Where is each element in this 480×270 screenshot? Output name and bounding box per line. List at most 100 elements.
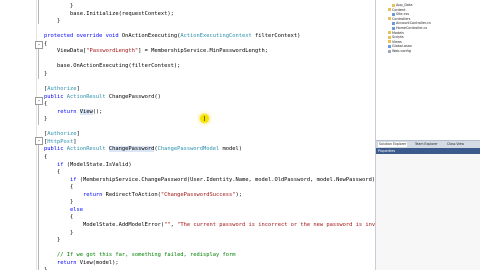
code-token: HttpPost: [47, 138, 74, 145]
code-token: }: [44, 237, 61, 244]
code-token: ChangePassword(): [108, 93, 161, 100]
code-line[interactable]: ModelState.AddModelError("", "The curren…: [44, 221, 376, 229]
tab-team-explorer[interactable]: Team Explorer: [414, 142, 439, 147]
code-token: base.OnActionExecuting(filterContext);: [44, 63, 181, 70]
outline-bar: [38, 105, 39, 125]
collapse-toggle[interactable]: -: [35, 41, 43, 49]
tree-item[interactable]: Web.config: [388, 49, 411, 53]
code-token: {: [44, 101, 48, 108]
code-token: ChangePassword: [108, 146, 155, 153]
file-icon: [392, 26, 395, 30]
tree-item[interactable]: Models: [388, 31, 404, 35]
tree-item-label: Controllers: [392, 16, 411, 21]
editor-gutter: [0, 0, 34, 270]
code-token: {: [44, 214, 74, 221]
code-token: "The current password is incorrect or th…: [177, 221, 376, 228]
code-token: "PasswordLength": [86, 48, 139, 55]
code-token: }: [44, 116, 48, 123]
tree-item[interactable]: App_Data: [392, 3, 412, 7]
code-token: else: [69, 206, 83, 213]
code-token: filterContext): [251, 33, 301, 40]
tree-item-label: AccountController.cs: [396, 21, 431, 26]
folder-icon: [388, 8, 391, 12]
file-icon: [392, 12, 395, 16]
code-line[interactable]: base.OnActionExecuting(filterContext);: [44, 62, 180, 70]
code-token: }: [44, 3, 74, 9]
code-line[interactable]: return RedirectToAction("ChangePasswordS…: [44, 191, 242, 199]
tree-item-label: Web.config: [392, 49, 411, 53]
tree-item-label: App_Data: [396, 3, 413, 7]
folder-icon: [388, 35, 391, 39]
collapse-toggle[interactable]: -: [35, 137, 43, 145]
cfg-icon: [388, 49, 391, 53]
code-token: OnActionExecuting(: [121, 33, 181, 40]
code-line[interactable]: }: [44, 266, 47, 270]
code-line[interactable]: }: [44, 70, 47, 78]
code-token: return: [82, 191, 106, 198]
mouse-cursor-highlight: [200, 114, 209, 123]
tree-item-label: Global.asax: [392, 44, 412, 49]
tree-item-label: HomeController.cs: [396, 26, 428, 30]
tree-item[interactable]: Views: [388, 40, 402, 44]
tree-item[interactable]: AccountController.cs: [392, 21, 431, 25]
tree-item[interactable]: Content: [388, 8, 406, 12]
code-line[interactable]: base.Initialize(requestContext);: [44, 10, 174, 18]
collapse-toggle[interactable]: -: [35, 97, 43, 105]
code-line[interactable]: public ActionResult ChangePassword(Chang…: [44, 145, 242, 153]
code-line[interactable]: protected override void OnActionExecutin…: [44, 32, 300, 40]
code-token: ] = MembershipService.MinPasswordLength;: [138, 48, 268, 55]
code-token: Authorize: [47, 131, 77, 138]
tree-item[interactable]: Global.asax: [388, 44, 412, 48]
code-line[interactable]: }: [44, 17, 60, 25]
code-token: ModelState.AddModelError(: [44, 221, 165, 228]
code-token: // If we got this far, something failed,…: [56, 252, 236, 259]
code-token: if: [56, 161, 67, 168]
folder-icon: [392, 3, 395, 7]
code-token: View: [79, 108, 93, 115]
code-token: model): [219, 146, 242, 153]
code-token: ();: [92, 108, 103, 115]
code-token: {: [44, 40, 48, 47]
file-icon: [392, 21, 395, 25]
code-token: {: [44, 154, 48, 160]
code-line[interactable]: ViewData["PasswordLength"] = MembershipS…: [44, 47, 268, 55]
code-token: }: [44, 199, 74, 206]
code-token: public: [44, 146, 67, 153]
code-token: );: [235, 191, 243, 198]
code-line[interactable]: return View();: [44, 108, 102, 116]
code-token: {: [44, 169, 61, 176]
tree-item-label: Content: [392, 7, 406, 12]
explorer-tabs: Solution Explorer Team Explorer Class Vi…: [376, 140, 480, 148]
code-token: ]: [76, 131, 80, 138]
code-token: (ModelState.IsValid): [66, 161, 132, 168]
tree-item[interactable]: Controllers: [388, 17, 410, 21]
folder-icon: [388, 31, 391, 35]
properties-panel[interactable]: [376, 154, 480, 270]
file-icon: [388, 44, 391, 48]
outline-bar: [38, 49, 39, 79]
code-line[interactable]: public ActionResult ChangePassword(): [44, 93, 161, 101]
code-line[interactable]: return View(model);: [44, 259, 119, 267]
code-editor[interactable]: - - - } base.Initialize(requestContext);…: [0, 0, 376, 270]
tree-item[interactable]: Site.css: [392, 12, 409, 16]
tab-solution-explorer[interactable]: Solution Explorer: [378, 142, 408, 147]
code-token: if: [69, 176, 80, 183]
code-line[interactable]: }: [44, 115, 47, 123]
tree-item-label: Site.css: [396, 12, 409, 17]
code-token: }: [44, 229, 74, 236]
tree-item-label: Models: [392, 30, 404, 35]
code-token: ActionResult: [66, 146, 109, 153]
tree-item[interactable]: HomeController.cs: [392, 26, 427, 30]
tab-class-view[interactable]: Class View: [446, 142, 465, 147]
code-line[interactable]: }: [44, 236, 60, 244]
code-line[interactable]: if (MembershipService.ChangePassword(Use…: [44, 176, 375, 184]
solution-explorer[interactable]: App_Data Content Site.css Controllers Accoun…: [376, 0, 480, 140]
tree-item-label: Scripts: [392, 35, 404, 40]
tree-item[interactable]: Scripts: [388, 35, 404, 39]
tree-item-label: Views: [392, 39, 402, 44]
